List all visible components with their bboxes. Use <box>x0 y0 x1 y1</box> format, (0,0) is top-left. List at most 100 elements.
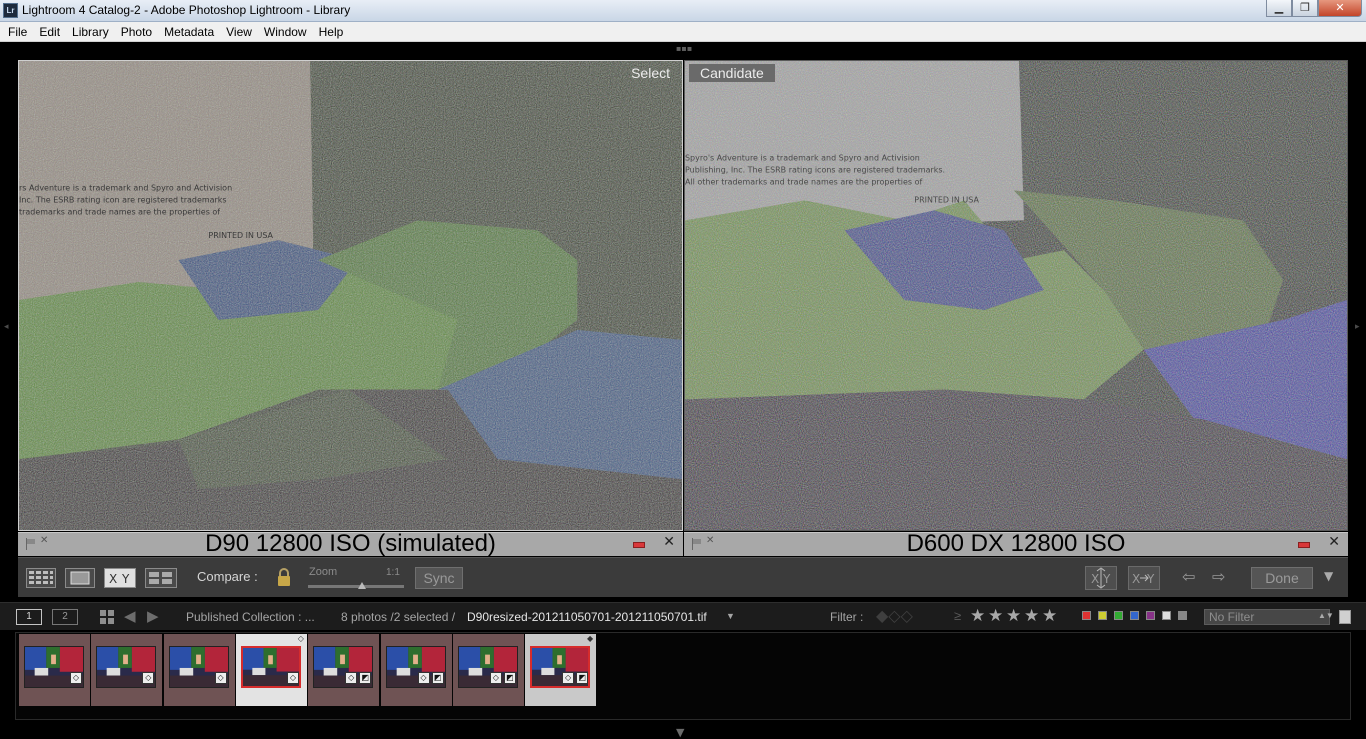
keyword-icon[interactable]: ◇ <box>489 672 502 684</box>
star-icon[interactable]: ★ <box>1042 606 1057 626</box>
develop-icon[interactable]: ◩ <box>503 672 516 684</box>
maximize-icon[interactable]: ❐ <box>1292 0 1318 17</box>
svg-text:trademarks and trade names are: trademarks and trade names are the prope… <box>19 207 220 216</box>
develop-icon[interactable]: ◩ <box>576 672 589 684</box>
filter-label: Filter : <box>830 610 864 624</box>
right-panel-toggle-icon[interactable]: ▸ <box>1355 322 1360 332</box>
previous-arrow-icon[interactable]: ⇦ <box>1182 567 1195 586</box>
red-label-icon[interactable] <box>1298 542 1310 548</box>
done-button[interactable]: Done <box>1251 567 1313 589</box>
loupe-view-icon[interactable] <box>65 568 95 588</box>
close-icon[interactable]: ✕ <box>663 534 675 550</box>
color-label-filter-icon[interactable] <box>1114 611 1123 620</box>
close-icon[interactable]: ✕ <box>1318 0 1362 17</box>
swap-icon[interactable]: XY <box>1085 566 1117 590</box>
keyword-icon[interactable]: ◇ <box>417 672 430 684</box>
star-icon[interactable]: ★ <box>988 606 1003 626</box>
left-panel-toggle-icon[interactable]: ◂ <box>4 322 9 332</box>
top-panel-toggle-icon[interactable]: ▪▪▪ <box>676 44 692 53</box>
menu-photo[interactable]: Photo <box>115 22 158 41</box>
svg-text:Inc. The ESRB rating icon are: Inc. The ESRB rating icon are registered… <box>19 195 227 204</box>
menu-metadata[interactable]: Metadata <box>158 22 220 41</box>
filmstrip-cell[interactable]: ◇ <box>163 634 235 706</box>
sync-button[interactable]: Sync <box>415 567 463 589</box>
svg-text:Spyro's Adventure is a tradema: Spyro's Adventure is a trademark and Spy… <box>685 154 920 163</box>
filmstrip-cell[interactable]: ◇ <box>91 634 163 706</box>
filmstrip: ◇ ◇ ◇ ◇ ◇ ◇ ◩ ◇ ◩ ◇ ◩ ◇ ◩ ◆ <box>15 632 1351 720</box>
filmstrip-cell[interactable]: ◇ <box>19 634 90 706</box>
menu-bar: File Edit Library Photo Metadata View Wi… <box>0 22 1366 42</box>
color-label-filter-icon[interactable] <box>1098 611 1107 620</box>
star-icon[interactable]: ★ <box>1006 606 1021 626</box>
color-label-filter-icon[interactable] <box>1178 611 1187 620</box>
grid-icon[interactable] <box>100 610 114 624</box>
grid-view-icon[interactable] <box>26 568 56 588</box>
keyword-icon[interactable]: ◇ <box>70 672 82 684</box>
keyword-icon[interactable]: ◇ <box>214 672 227 684</box>
color-label-filter-icon[interactable] <box>1082 611 1091 620</box>
filter-lock-icon[interactable] <box>1339 610 1351 624</box>
develop-icon[interactable]: ◩ <box>431 672 444 684</box>
source-label[interactable]: Published Collection : ... <box>186 610 315 624</box>
select-photo-pane[interactable]: rs Adventure is a trademark and Spyro an… <box>18 60 683 531</box>
toolbar-menu-chevron-icon[interactable]: ▼ <box>1324 569 1333 583</box>
second-monitor-button[interactable]: 2 <box>52 609 78 625</box>
make-select-icon[interactable]: XY <box>1128 566 1160 590</box>
filmstrip-cell[interactable]: ◇ ◩ ◆ <box>525 634 597 706</box>
color-label-filter-icon[interactable] <box>1130 611 1139 620</box>
back-arrow-icon[interactable]: ◀ <box>124 607 136 625</box>
filter-preset-select[interactable]: No Filter <box>1204 609 1330 625</box>
color-label-filter-icon[interactable] <box>1162 611 1171 620</box>
svg-text:PRINTED IN USA: PRINTED IN USA <box>208 231 273 240</box>
diamond-icon: ◇ <box>297 634 304 643</box>
keyword-icon[interactable]: ◇ <box>286 672 299 684</box>
svg-text:Publishing, Inc. The ESRB rati: Publishing, Inc. The ESRB rating icons a… <box>685 166 945 175</box>
filter-preset-chevron-icon[interactable]: ▲▼ <box>1318 611 1334 620</box>
minimize-icon[interactable]: ▁ <box>1266 0 1292 17</box>
compare-view-icon[interactable]: XY <box>104 568 136 588</box>
zoom-slider-track[interactable] <box>308 585 404 588</box>
candidate-photo: Spyro's Adventure is a trademark and Spy… <box>685 61 1347 530</box>
title-bar: Lr Lightroom 4 Catalog-2 - Adobe Photosh… <box>0 0 1366 22</box>
survey-view-icon[interactable] <box>145 568 177 588</box>
flag-filter-icon[interactable]: ◆◇◇ <box>876 606 913 626</box>
forward-arrow-icon[interactable]: ▶ <box>147 607 159 625</box>
filmstrip-cell[interactable]: ◇ ◇ <box>235 634 307 706</box>
star-icon[interactable]: ★ <box>970 606 985 626</box>
filmstrip-cell[interactable]: ◇ ◩ <box>380 634 452 706</box>
develop-icon[interactable]: ◩ <box>359 672 372 684</box>
keyword-icon[interactable]: ◇ <box>562 672 575 684</box>
select-caption: D90 12800 ISO (simulated) <box>205 530 496 557</box>
menu-view[interactable]: View <box>220 22 258 41</box>
rating-operator[interactable]: ≥ <box>954 608 961 623</box>
filmstrip-cell[interactable]: ◇ ◩ <box>452 634 524 706</box>
keyword-icon[interactable]: ◇ <box>345 672 358 684</box>
main-monitor-button[interactable]: 1 <box>16 609 42 625</box>
star-icon[interactable]: ★ <box>1024 606 1039 626</box>
bottom-panel-toggle-icon[interactable]: ▼ <box>676 726 684 739</box>
current-filename[interactable]: D90resized-201211050701-201211050701.tif <box>467 610 707 624</box>
lock-icon[interactable] <box>276 567 292 587</box>
next-arrow-icon[interactable]: ⇨ <box>1212 567 1225 586</box>
zoom-ratio-label: 1:1 <box>386 567 400 578</box>
filmstrip-cell[interactable]: ◇ ◩ <box>308 634 380 706</box>
menu-edit[interactable]: Edit <box>33 22 66 41</box>
svg-text:rs Adventure is a trademark an: rs Adventure is a trademark and Spyro an… <box>19 183 232 192</box>
filename-dropdown-icon[interactable]: ▼ <box>726 611 735 621</box>
candidate-caption: D600 DX 12800 ISO <box>906 530 1126 557</box>
svg-text:All other trademarks and trade: All other trademarks and trade names are… <box>685 177 922 186</box>
color-label-filter-icon[interactable] <box>1146 611 1155 620</box>
candidate-photo-pane[interactable]: Spyro's Adventure is a trademark and Spy… <box>684 60 1348 531</box>
menu-library[interactable]: Library <box>66 22 115 41</box>
zoom-slider-thumb[interactable] <box>358 582 366 589</box>
menu-file[interactable]: File <box>2 22 33 41</box>
close-icon[interactable]: ✕ <box>1328 534 1340 550</box>
red-label-icon[interactable] <box>633 542 645 548</box>
diamond-icon: ◆ <box>586 634 594 643</box>
select-info-bar: ✕ D90 12800 ISO (simulated) ✕ <box>18 530 683 557</box>
menu-window[interactable]: Window <box>258 22 313 41</box>
zoom-label: Zoom <box>309 566 338 578</box>
menu-help[interactable]: Help <box>313 22 350 41</box>
window-title: Lightroom 4 Catalog-2 - Adobe Photoshop … <box>22 3 351 17</box>
keyword-icon[interactable]: ◇ <box>142 672 155 684</box>
